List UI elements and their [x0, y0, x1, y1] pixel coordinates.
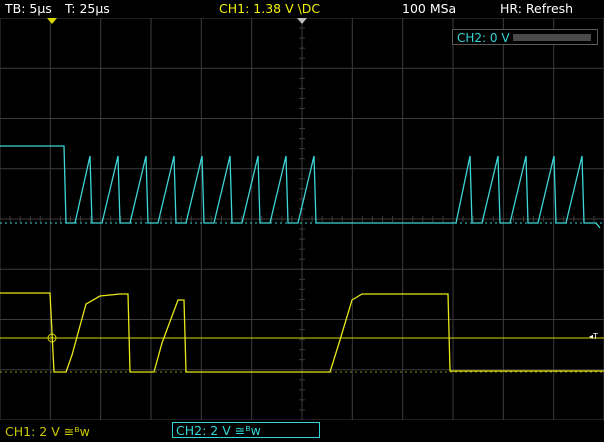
- ch1-scale-readout[interactable]: CH1: 2 V ≅ᴮᴡ: [5, 424, 90, 439]
- timebase-readout[interactable]: TB: 5µs: [5, 1, 52, 16]
- ch2-offset-bar: [513, 34, 591, 41]
- ch2-offset-text: CH2: 0 V: [457, 31, 510, 45]
- channel-scale-bar: CH1: 2 V ≅ᴮᴡ CH2: 2 V ≅ᴮᴡ: [0, 420, 604, 442]
- horizontal-center-marker: [297, 18, 307, 24]
- ch1-trigger-readout[interactable]: CH1: 1.38 V \DC: [219, 1, 320, 16]
- waveform-display: [0, 18, 604, 420]
- grid: [0, 18, 604, 420]
- status-bar: TB: 5µs T: 25µs CH1: 1.38 V \DC 100 MSa …: [0, 0, 604, 18]
- sample-rate-readout[interactable]: 100 MSa: [402, 1, 456, 16]
- trigger-position-marker[interactable]: [47, 18, 57, 24]
- ch2-scale-readout[interactable]: CH2: 2 V ≅ᴮᴡ: [172, 422, 320, 438]
- trigger-level-tag: ◂T: [589, 332, 598, 341]
- ch2-offset-label[interactable]: CH2: 0 V: [452, 29, 598, 45]
- acquire-mode-readout[interactable]: HR: Refresh: [500, 1, 573, 16]
- trigger-time-readout[interactable]: T: 25µs: [65, 1, 110, 16]
